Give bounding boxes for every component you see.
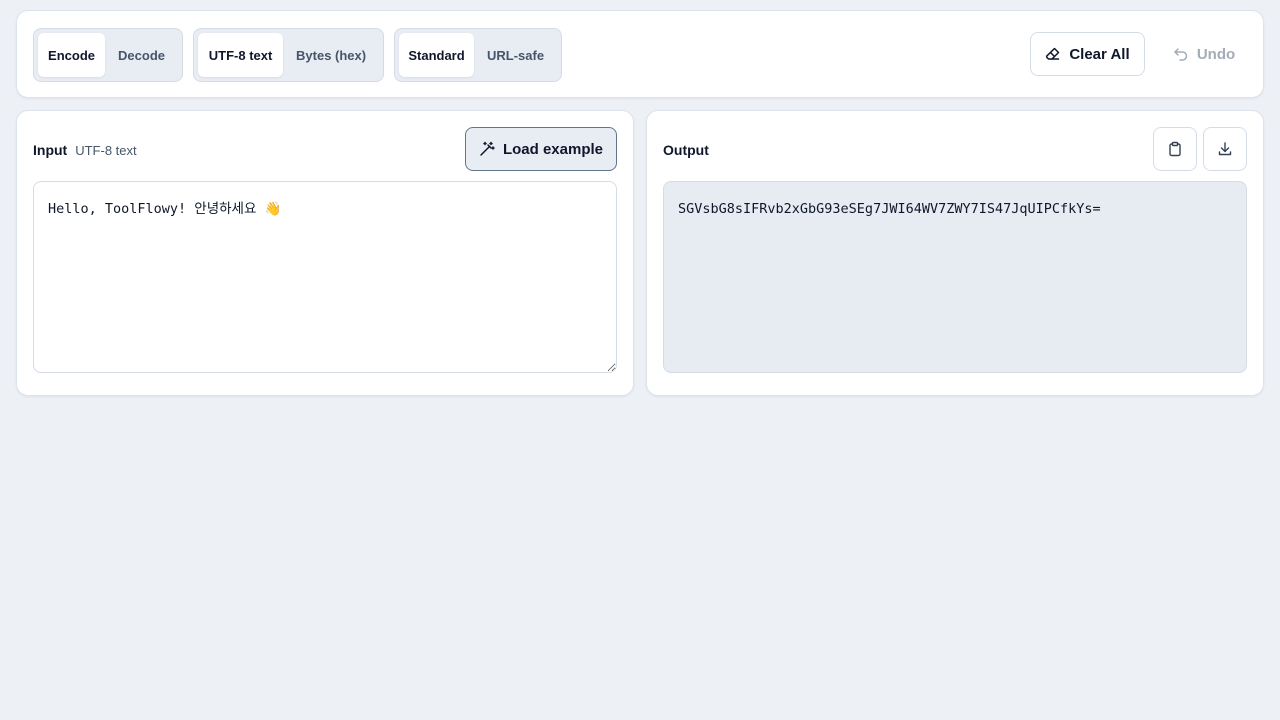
clear-all-button[interactable]: Clear All [1030,32,1145,76]
output-title: Output [663,142,709,158]
download-button[interactable] [1203,127,1247,171]
output-panel: Output SGVsbG8sIFRvb2xGbG93eSEg7JWI64WV7… [646,110,1264,396]
bytes-hex-button[interactable]: Bytes (hex) [283,33,379,77]
input-panel-header: Input UTF-8 text [33,142,137,158]
input-textarea[interactable] [33,181,617,373]
encode-button[interactable]: Encode [38,33,106,77]
alphabet-toggle: Standard URL-safe [394,28,562,82]
clipboard-icon [1167,141,1183,157]
utf8-text-button[interactable]: UTF-8 text [198,33,284,77]
undo-label: Undo [1196,45,1236,63]
load-example-button[interactable]: Load example [465,127,617,171]
standard-button[interactable]: Standard [399,33,475,77]
toolbar: Encode Decode UTF-8 text Bytes (hex) Sta… [16,10,1264,98]
copy-button[interactable] [1153,127,1197,171]
clear-all-label: Clear All [1069,45,1130,63]
output-panel-header: Output [663,142,709,158]
url-safe-button[interactable]: URL-safe [474,33,557,77]
download-icon [1217,141,1233,157]
undo-button[interactable]: Undo [1159,32,1249,76]
input-subtitle: UTF-8 text [75,143,137,158]
load-example-label: Load example [502,140,604,158]
input-panel: Input UTF-8 text Load example [16,110,634,396]
input-title: Input [33,142,68,158]
eraser-icon [1045,46,1061,62]
mode-toggle: Encode Decode [33,28,183,82]
input-format-toggle: UTF-8 text Bytes (hex) [193,28,384,82]
magic-wand-icon [479,141,495,157]
undo-icon [1173,46,1189,62]
decode-button[interactable]: Decode [105,33,178,77]
output-box[interactable]: SGVsbG8sIFRvb2xGbG93eSEg7JWI64WV7ZWY7IS4… [663,181,1247,373]
